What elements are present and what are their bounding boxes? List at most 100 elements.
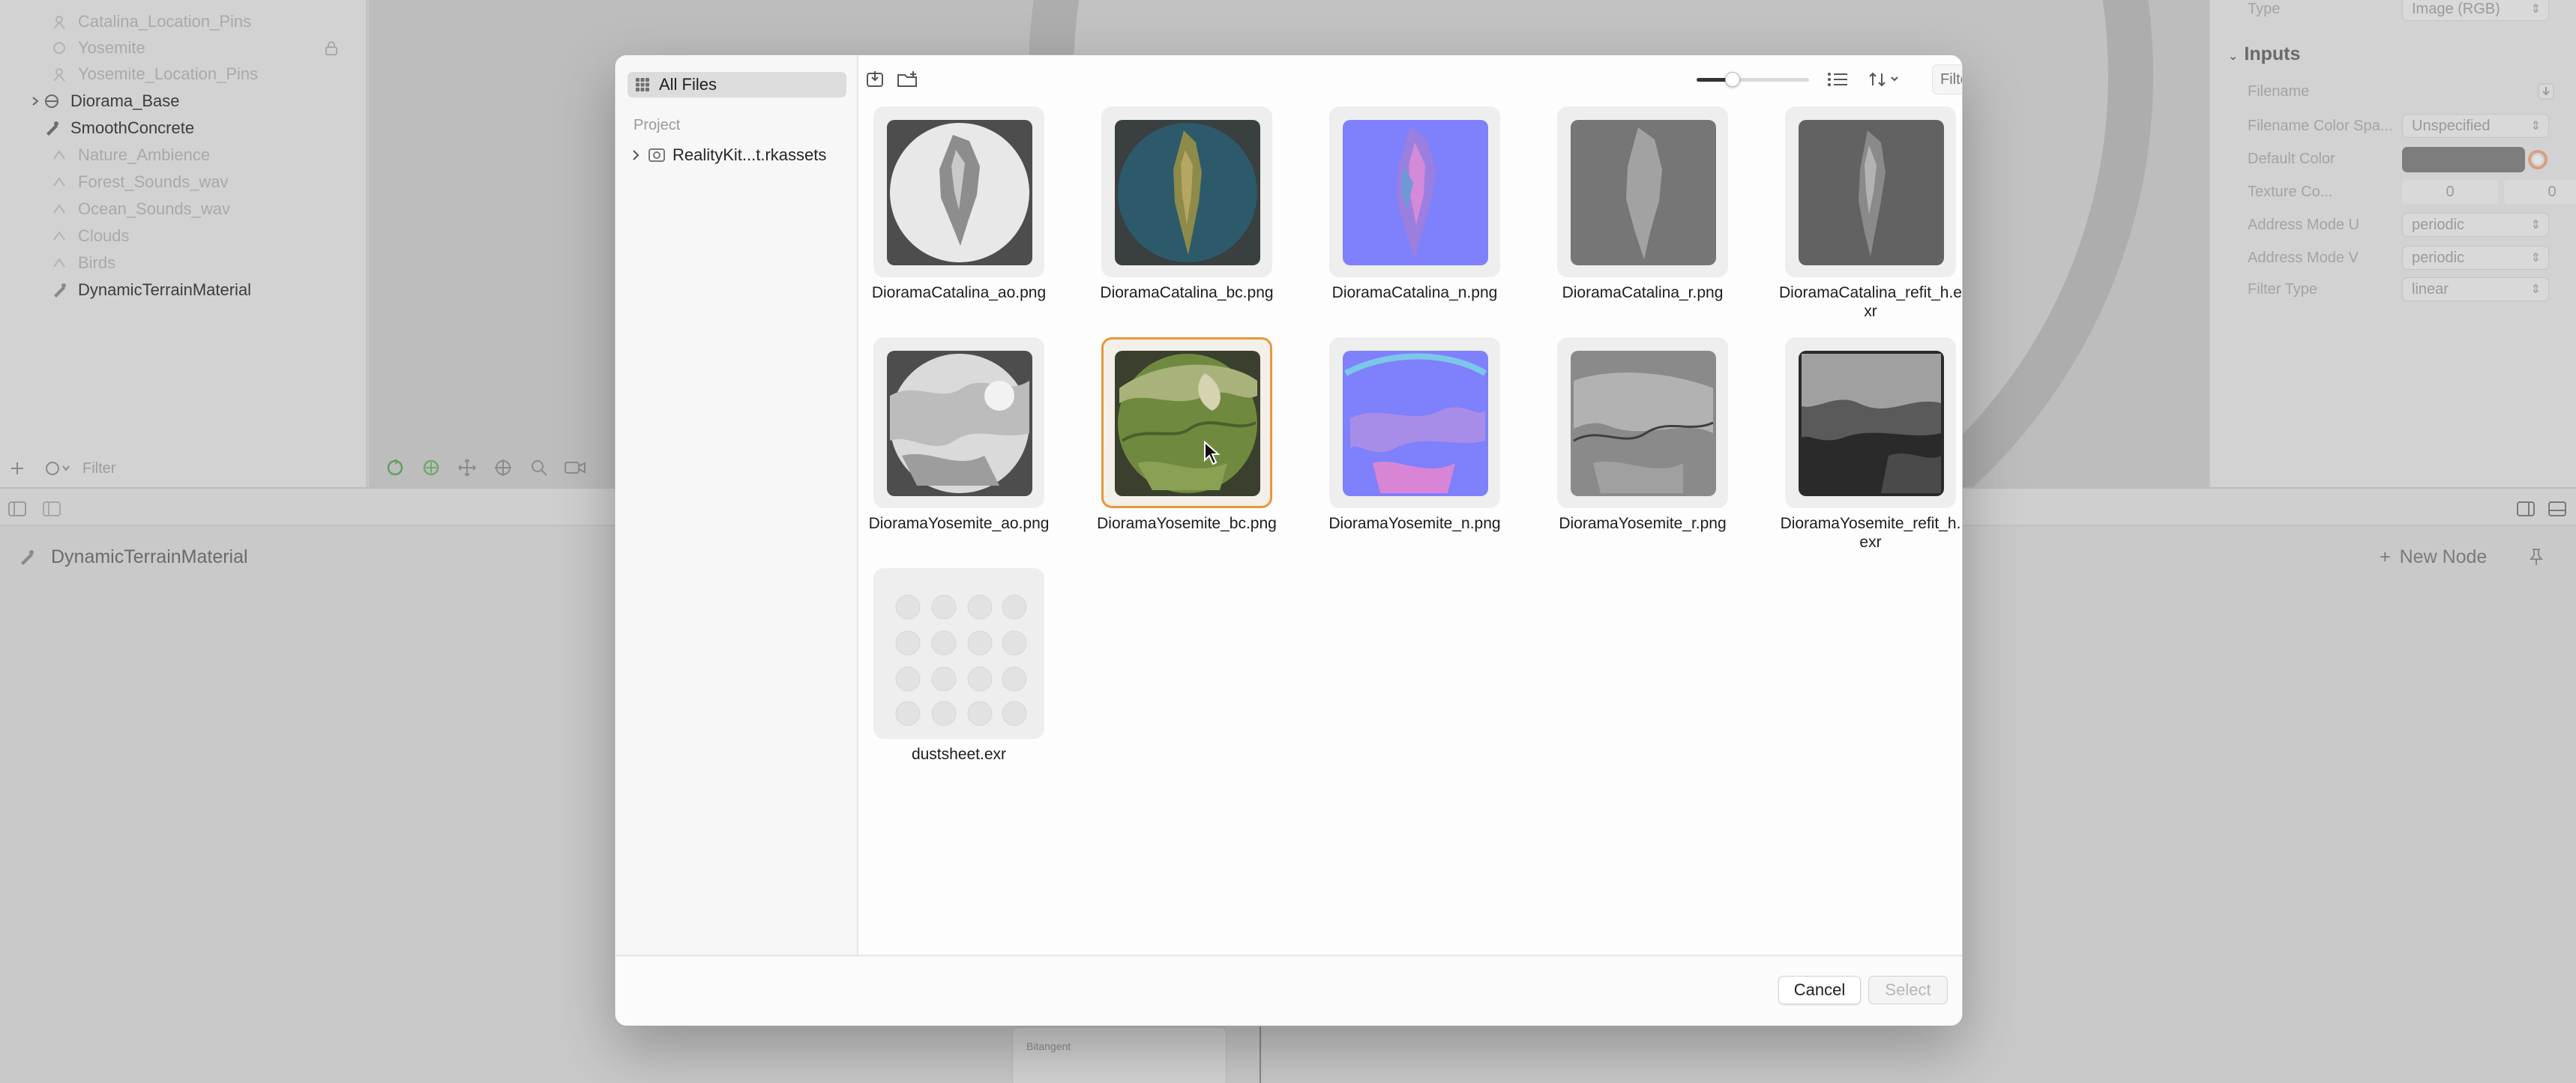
filter-type-popup[interactable]: linear ⇕ [2402, 277, 2549, 301]
filter-type-label: Filter Type [2248, 280, 2317, 298]
file-thumbnail [1571, 351, 1716, 496]
type-popup[interactable]: Image (RGB) ⇕ [2402, 0, 2549, 21]
import-icon[interactable] [860, 64, 890, 94]
file-item-selected[interactable]: DioramaYosemite_bc.png [1097, 337, 1277, 562]
new-folder-icon[interactable] [893, 64, 923, 94]
file-thumbnail [887, 351, 1032, 496]
inspector-toggle-icon[interactable] [2516, 501, 2536, 517]
disclosure-chevron-icon[interactable] [0, 96, 42, 106]
address-v-popup[interactable]: periodic ⇕ [2402, 246, 2549, 270]
outline-item[interactable]: Diorama_Base [0, 88, 367, 114]
texture-v-field[interactable]: 0 [2504, 180, 2576, 204]
import-file-icon[interactable] [2537, 82, 2555, 100]
outline-item-label: Ocean_Sounds_wav [78, 199, 231, 218]
material-icon [18, 548, 36, 566]
outline-item-label: Forest_Sounds_wav [78, 172, 229, 191]
select-button[interactable]: Select [1868, 976, 1948, 1004]
file-item[interactable]: DioramaYosemite_refit_h.exr [1781, 337, 1960, 562]
graph-node[interactable]: Bitangent [1012, 1027, 1227, 1083]
outline-item[interactable]: Nature_Ambience [0, 142, 367, 168]
inspector-panel: Type Image (RGB) ⇕ ⌄ Inputs Filename Filen… [2209, 0, 2576, 487]
file-item[interactable]: DioramaCatalina_n.png [1326, 106, 1503, 331]
outline-item-label: Nature_Ambience [78, 145, 211, 164]
inspector-row: Default Color [2210, 144, 2576, 174]
outline-item[interactable]: Clouds [0, 223, 367, 249]
entity-icon [49, 12, 69, 31]
outline-item[interactable]: Ocean_Sounds_wav [0, 196, 367, 222]
outline-item-label: Birds [78, 253, 116, 272]
viewport-toolbar [382, 453, 588, 483]
sidebar-item-label: All Files [659, 75, 717, 94]
zoom-tool-icon[interactable] [526, 455, 552, 480]
filter-options-icon[interactable] [45, 460, 70, 477]
address-u-popup[interactable]: periodic ⇕ [2402, 213, 2549, 237]
file-item[interactable]: DioramaCatalina_ao.png [870, 106, 1047, 331]
inspector-row: Filename Color Spa... Unspecified ⇕ [2210, 111, 2576, 141]
default-color-well[interactable] [2402, 147, 2525, 172]
thumbnail-size-slider[interactable] [1697, 72, 1809, 87]
sort-options-icon[interactable] [1865, 64, 1910, 94]
inspector-row: Address Mode U periodic ⇕ [2210, 210, 2576, 240]
audio-icon [49, 172, 69, 192]
cancel-button[interactable]: Cancel [1778, 976, 1861, 1004]
bottom-panel-toggle-icon[interactable] [2548, 501, 2567, 517]
texture-u-field[interactable]: 0 [2402, 180, 2498, 204]
file-item[interactable]: DioramaCatalina_r.png [1554, 106, 1731, 331]
disclosure-chevron-icon[interactable] [631, 149, 641, 161]
outline-item-label: Yosemite [78, 38, 145, 57]
filter-type-value: linear [2412, 280, 2449, 298]
material-icon [42, 118, 61, 138]
color-space-popup[interactable]: Unspecified ⇕ [2402, 114, 2549, 138]
file-item[interactable]: dustsheet.exr [870, 568, 1047, 793]
inputs-section-header[interactable]: ⌄ Inputs [2228, 43, 2300, 65]
sidebar-toggle-icon[interactable] [42, 501, 61, 517]
inputs-section-label: Inputs [2244, 43, 2301, 64]
outline-filter-field[interactable]: Filter [82, 460, 115, 477]
color-picker-icon[interactable] [2528, 150, 2548, 169]
file-item[interactable]: DioramaCatalina_refit_h.exr [1779, 106, 1962, 331]
dialog-toolbar [860, 55, 1962, 103]
dialog-filter-input[interactable] [1932, 64, 1962, 94]
file-item[interactable]: DioramaCatalina_bc.png [1098, 106, 1275, 331]
file-name: DioramaCatalina_ao.png [871, 284, 1047, 301]
file-picker-dialog: All Files Project RealityKit...t.rkasset… [615, 55, 1963, 1026]
outline-item-label: Clouds [78, 226, 130, 245]
address-u-value: periodic [2412, 216, 2465, 233]
file-thumbnail [1343, 351, 1488, 496]
pin-icon[interactable] [2529, 547, 2544, 567]
graph-header: DynamicTerrainMaterial [18, 541, 248, 573]
material-icon [49, 280, 69, 300]
outline-item[interactable]: SmoothConcrete [0, 115, 367, 141]
slider-knob[interactable] [1725, 72, 1740, 87]
new-node-button[interactable]: + New Node [2380, 541, 2544, 573]
target-tool-icon[interactable] [490, 455, 516, 480]
lock-icon[interactable] [324, 40, 339, 56]
outline-item[interactable]: DynamicTerrainMaterial [0, 277, 367, 303]
slider-track [1730, 78, 1809, 82]
sidebar-item-label: RealityKit...t.rkassets [672, 145, 827, 164]
move-tool-icon[interactable] [454, 455, 480, 480]
file-item[interactable]: DioramaYosemite_r.png [1554, 337, 1731, 562]
outline-item-label: Catalina_Location_Pins [78, 12, 252, 31]
sidebar-item-project[interactable]: RealityKit...t.rkassets [631, 142, 826, 168]
rotate-tool-icon[interactable] [382, 455, 408, 480]
file-item[interactable]: DioramaYosemite_ao.png [869, 337, 1049, 562]
thumbnail-frame [873, 337, 1044, 508]
outline-item[interactable]: Yosemite_Location_Pins [0, 61, 367, 87]
add-icon[interactable] [9, 460, 25, 477]
camera-tool-icon[interactable] [562, 455, 588, 480]
orbit-tool-icon[interactable] [418, 455, 444, 480]
outline-item[interactable]: Forest_Sounds_wav [0, 169, 367, 195]
outline-item[interactable]: Yosemite [0, 35, 367, 61]
outline-item[interactable]: Catalina_Location_Pins [0, 9, 367, 34]
file-name: DioramaCatalina_refit_h.exr [1779, 284, 1962, 320]
list-view-icon[interactable] [1823, 64, 1853, 94]
thumbnail-frame [1785, 337, 1956, 508]
file-name: DioramaYosemite_r.png [1559, 515, 1727, 532]
file-item[interactable]: DioramaYosemite_n.png [1326, 337, 1503, 562]
default-color-label: Default Color [2248, 150, 2335, 167]
sidebar-item-all-files[interactable]: All Files [628, 72, 846, 97]
dialog-sidebar: All Files Project RealityKit...t.rkasset… [616, 55, 858, 955]
outline-item[interactable]: Birds [0, 250, 367, 276]
panel-toggle-icon[interactable] [7, 501, 27, 517]
